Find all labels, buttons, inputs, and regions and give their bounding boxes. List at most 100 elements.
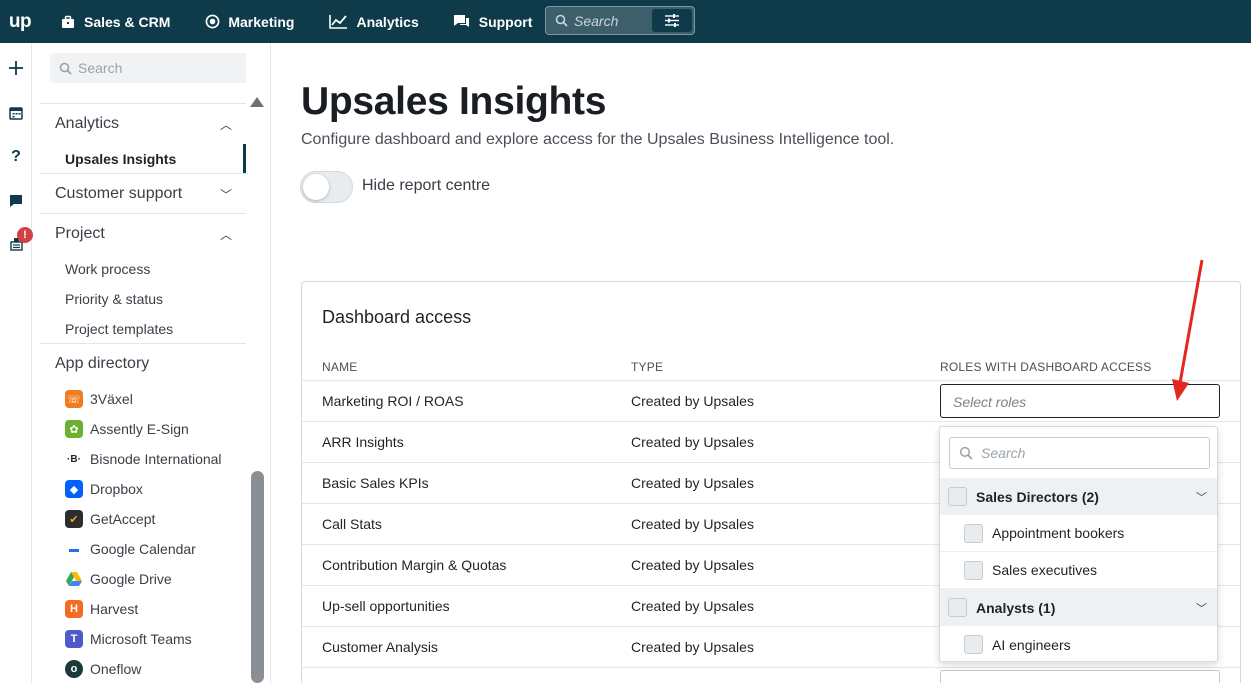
- sidebar-section-header[interactable]: Project ︿: [40, 214, 246, 254]
- sidebar-section-header[interactable]: Customer support ﹀: [40, 174, 246, 214]
- section-label: App directory: [55, 355, 150, 372]
- roles-search-input[interactable]: Search: [981, 445, 1025, 461]
- plus-icon[interactable]: [8, 60, 24, 76]
- app-item[interactable]: T Microsoft Teams: [40, 624, 246, 654]
- role-label: AI engineers: [992, 636, 1071, 653]
- nav-sales-crm[interactable]: Sales & CRM: [60, 14, 170, 30]
- role-group-sales-directors[interactable]: Sales Directors (2) ﹀: [940, 478, 1217, 515]
- dashboard-name: Customer Analysis: [322, 639, 438, 655]
- dashboard-name: Call Stats: [322, 516, 382, 532]
- app-item[interactable]: H Harvest: [40, 594, 246, 624]
- nav-support[interactable]: Support: [453, 13, 533, 30]
- chevron-up-icon: ︿: [219, 227, 232, 242]
- dashboard-name: Up-sell opportunities: [322, 598, 450, 614]
- app-item[interactable]: ✔ GetAccept: [40, 504, 246, 534]
- nav-label: Support: [478, 13, 533, 30]
- role-label: Sales executives: [992, 562, 1098, 578]
- sidebar-section-project: Project ︿ Work process Priority & status…: [40, 213, 246, 344]
- role-group-label: Analysts (1): [976, 599, 1056, 616]
- sidebar-section-customer-support: Customer support ﹀: [40, 173, 246, 214]
- sidebar-scrollbar-thumb[interactable]: [251, 471, 264, 683]
- page-subtitle: Configure dashboard and explore access f…: [301, 131, 895, 148]
- roles-search[interactable]: Search: [949, 437, 1210, 469]
- select-roles-dropdown-partial[interactable]: [940, 670, 1220, 683]
- dashboard-type: Created by Upsales: [631, 393, 754, 409]
- chevron-down-icon[interactable]: ﹀: [1196, 600, 1207, 616]
- role-option[interactable]: AI engineers: [940, 626, 1217, 663]
- calendar-icon[interactable]: [8, 105, 24, 121]
- select-roles-placeholder: Select roles: [953, 394, 1027, 410]
- checkbox[interactable]: [948, 487, 967, 506]
- briefcase-icon: [60, 14, 76, 30]
- sidebar-section-header[interactable]: App directory: [40, 344, 246, 384]
- dashboard-type: Created by Upsales: [631, 598, 754, 614]
- checkbox[interactable]: [948, 598, 967, 617]
- app-item[interactable]: Google Drive: [40, 564, 246, 594]
- sidebar-section-analytics: Analytics ︿ Upsales Insights: [40, 103, 246, 174]
- checkbox[interactable]: [964, 635, 983, 654]
- google-drive-logo-icon: [65, 570, 83, 588]
- search-icon: [959, 446, 973, 460]
- dashboard-type: Created by Upsales: [631, 557, 754, 573]
- sidebar-item-priority-status[interactable]: Priority & status: [40, 284, 246, 314]
- scroll-up-arrow[interactable]: [250, 97, 264, 107]
- role-option[interactable]: Appointment bookers: [940, 515, 1217, 552]
- chevron-down-icon: ﹀: [219, 187, 232, 202]
- app-item[interactable]: ☏ 3Växel: [40, 384, 246, 414]
- column-header-type: TYPE: [631, 360, 664, 374]
- app-item[interactable]: ✿ Assently E-Sign: [40, 414, 246, 444]
- role-option[interactable]: Sales executives: [940, 552, 1217, 589]
- hide-report-centre-toggle[interactable]: [300, 171, 353, 203]
- sidebar-section-header[interactable]: Analytics ︿: [40, 104, 246, 144]
- filter-sliders-icon[interactable]: [652, 9, 692, 32]
- target-icon: [204, 14, 220, 30]
- sidebar-item-upsales-insights[interactable]: Upsales Insights: [40, 144, 246, 174]
- sidebar-search[interactable]: Search: [50, 53, 246, 83]
- harvest-logo-icon: H: [65, 600, 83, 618]
- global-search-input[interactable]: Search: [574, 13, 652, 29]
- checkbox[interactable]: [964, 560, 983, 580]
- app-item[interactable]: ◆ Dropbox: [40, 474, 246, 504]
- toggle-label: Hide report centre: [362, 177, 491, 194]
- global-search[interactable]: Search: [545, 6, 695, 35]
- quick-action-rail: ? !: [0, 43, 33, 683]
- nav-label: Sales & CRM: [84, 13, 171, 30]
- chevron-down-icon[interactable]: ﹀: [1196, 489, 1207, 505]
- nav-label: Marketing: [228, 13, 295, 30]
- sidebar-item-project-templates[interactable]: Project templates: [40, 314, 246, 344]
- getaccept-logo-icon: ✔: [65, 510, 83, 528]
- app-label: Google Calendar: [90, 541, 196, 557]
- app-label: 3Växel: [90, 391, 133, 407]
- upsales-logo[interactable]: up: [0, 11, 40, 33]
- sidebar-item-work-process[interactable]: Work process: [40, 254, 246, 284]
- app-label: Dropbox: [90, 481, 143, 497]
- sidebar-section-app-directory: App directory ☏ 3Växel ✿ Assently E-Sign ·…: [40, 343, 246, 683]
- dashboard-type: Created by Upsales: [631, 516, 754, 532]
- dropbox-logo-icon: ◆: [65, 480, 83, 498]
- role-group-analysts[interactable]: Analysts (1) ﹀: [940, 589, 1217, 626]
- message-icon[interactable]: [8, 193, 24, 209]
- nav-marketing[interactable]: Marketing: [204, 14, 294, 30]
- chat-icon: [453, 14, 471, 30]
- app-label: GetAccept: [90, 511, 156, 527]
- app-label: Microsoft Teams: [90, 631, 192, 647]
- app-item[interactable]: ▬ Google Calendar: [40, 534, 246, 564]
- app-item[interactable]: o Oneflow: [40, 654, 246, 683]
- assently-logo-icon: ✿: [65, 420, 83, 438]
- section-label: Customer support: [55, 185, 183, 202]
- annotation-arrow: [1172, 259, 1204, 401]
- help-icon[interactable]: ?: [8, 148, 24, 165]
- nav-analytics[interactable]: Analytics: [328, 13, 419, 30]
- card-title: Dashboard access: [322, 307, 472, 327]
- nav-label: Analytics: [356, 13, 419, 30]
- search-icon: [59, 62, 72, 75]
- app-label: Assently E-Sign: [90, 421, 189, 437]
- checkbox[interactable]: [964, 523, 983, 543]
- page-title: Upsales Insights: [301, 80, 607, 123]
- app-item[interactable]: ·B· Bisnode International: [40, 444, 246, 474]
- sidebar-search-input[interactable]: Search: [78, 60, 122, 76]
- dashboard-name: Basic Sales KPIs: [322, 475, 429, 491]
- google-calendar-logo-icon: ▬: [65, 540, 83, 558]
- role-group-label: Sales Directors (2): [976, 488, 1099, 505]
- roles-dropdown-menu: Search Sales Directors (2) ﹀ Appointment…: [939, 426, 1218, 662]
